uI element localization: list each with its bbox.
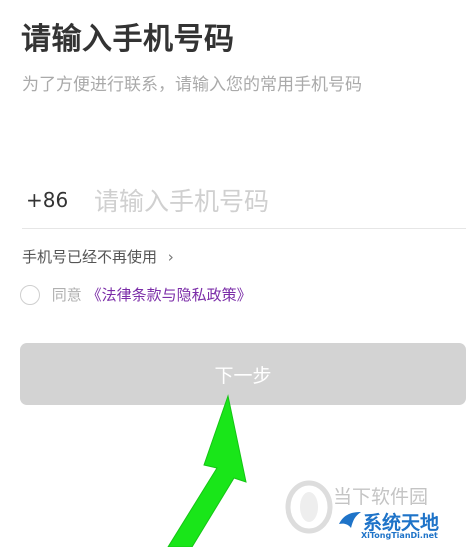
next-step-button[interactable]: 下一步 — [20, 343, 466, 405]
country-code-selector[interactable]: +86 — [26, 188, 68, 212]
phone-no-longer-used-link[interactable]: 手机号已经不再使用 › — [22, 246, 174, 267]
policy-link[interactable]: 《法律条款与隐私政策》 — [87, 286, 252, 304]
agreement-row: 同意 《法律条款与隐私政策》 — [20, 284, 252, 306]
page-title: 请输入手机号码 — [21, 22, 235, 57]
agreement-label: 同意 — [51, 286, 82, 304]
watermark-site-name: 当下软件园 — [333, 486, 429, 508]
agreement-radio[interactable] — [20, 284, 40, 305]
page-subtitle: 为了方便进行联系，请输入您的常用手机号码 — [22, 75, 362, 95]
watermark: 当下软件园 系统天地 XiTongTianDi.net — [283, 478, 470, 547]
watermark-bird-icon — [339, 512, 361, 528]
phone-input-row: +86 — [22, 178, 466, 229]
watermark-url: XiTongTianDi.net — [361, 531, 438, 540]
chevron-right-icon: › — [167, 248, 174, 266]
watermark-logo-icon — [285, 480, 333, 534]
phone-no-longer-used-label: 手机号已经不再使用 — [22, 248, 158, 266]
phone-number-input[interactable] — [94, 182, 454, 220]
